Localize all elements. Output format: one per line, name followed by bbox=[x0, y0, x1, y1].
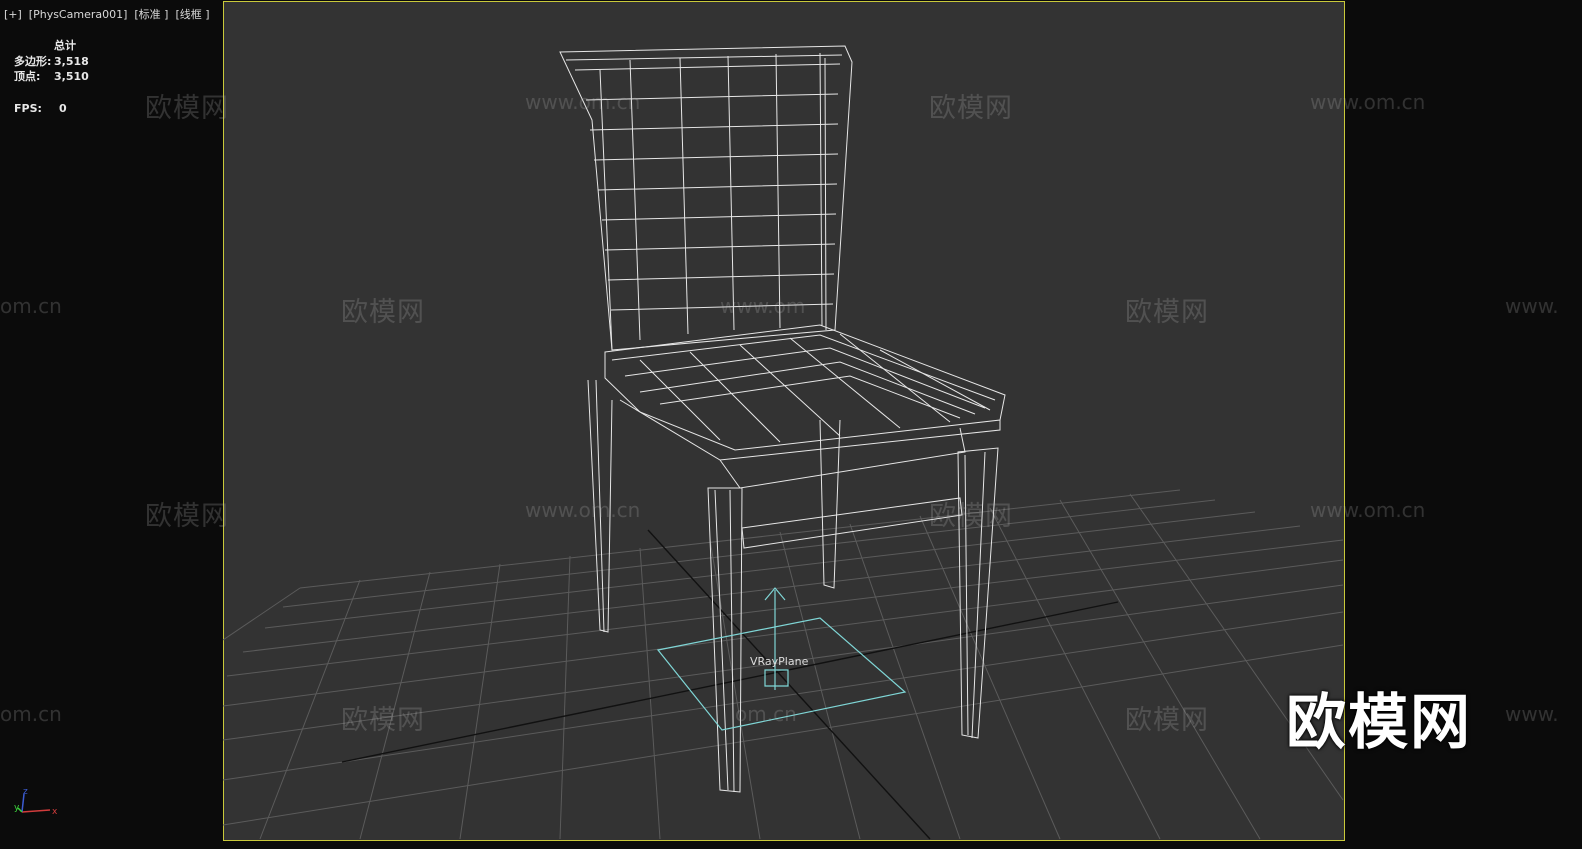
watermark-url: www.om.cn bbox=[1310, 498, 1426, 522]
x-axis-label: x bbox=[52, 807, 58, 817]
watermark: 欧模网 bbox=[929, 93, 1013, 124]
chair-wireframe[interactable] bbox=[559, 45, 1006, 793]
y-axis-label: y bbox=[14, 803, 20, 813]
world-axis-gizmo-icon: x z y bbox=[14, 787, 58, 817]
x-axis-line bbox=[21, 809, 51, 813]
watermark: 欧模网 bbox=[1125, 297, 1209, 328]
ground-axes bbox=[341, 529, 1119, 840]
watermark-url: www.om.cn bbox=[1310, 90, 1426, 114]
3d-viewport[interactable]: [+] [PhysCamera001] [标准 ] [线框 ] 总计 多边形: … bbox=[0, 0, 1582, 849]
watermark-url: www.om.cn bbox=[525, 498, 641, 522]
watermark: 欧模网 bbox=[145, 93, 229, 124]
watermark-url: www. bbox=[1505, 294, 1559, 318]
watermark: 欧模网 bbox=[341, 705, 425, 736]
watermark: 欧模网 bbox=[929, 501, 1013, 532]
watermark: 欧模网 bbox=[341, 297, 425, 328]
watermark-url: om.cn bbox=[735, 702, 797, 726]
watermark: 欧模网 bbox=[145, 501, 229, 532]
watermark-url: www. bbox=[1505, 702, 1559, 726]
z-axis-label: z bbox=[23, 787, 28, 797]
watermark: 欧模网 bbox=[1125, 705, 1209, 736]
watermark-url: www.om.cn bbox=[525, 90, 641, 114]
watermark-url: www.om bbox=[720, 294, 806, 318]
brand-logo-watermark: 欧模网 bbox=[1286, 688, 1472, 758]
watermark-url: om.cn bbox=[0, 294, 62, 318]
vray-plane-label: VRayPlane bbox=[750, 655, 809, 668]
watermark-url: om.cn bbox=[0, 702, 62, 726]
